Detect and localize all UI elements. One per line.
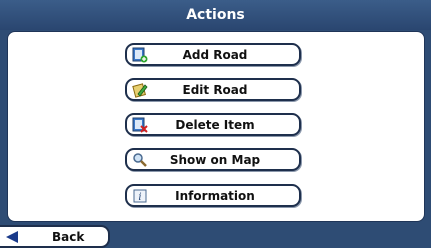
information-button[interactable]: i Information [125, 184, 301, 207]
back-arrow-icon [0, 230, 26, 244]
page-title: Actions [186, 7, 245, 23]
show-on-map-button[interactable]: Show on Map [125, 148, 301, 171]
show-on-map-label: Show on Map [169, 152, 261, 167]
add-road-label: Add Road [182, 47, 248, 62]
information-icon: i [131, 187, 149, 205]
add-road-icon [131, 46, 149, 64]
title-bar: Actions [0, 0, 431, 30]
edit-road-label: Edit Road [182, 82, 248, 97]
delete-item-button[interactable]: Delete Item [125, 113, 301, 136]
back-button[interactable]: Back [0, 225, 110, 248]
back-label: Back [52, 229, 85, 244]
delete-item-icon [131, 116, 149, 134]
svg-text:i: i [138, 192, 141, 203]
edit-road-icon [131, 81, 149, 99]
add-road-button[interactable]: Add Road [125, 43, 301, 66]
delete-item-label: Delete Item [175, 117, 255, 132]
information-label: Information [175, 188, 255, 203]
edit-road-button[interactable]: Edit Road [125, 78, 301, 101]
magnifier-icon [131, 151, 149, 169]
